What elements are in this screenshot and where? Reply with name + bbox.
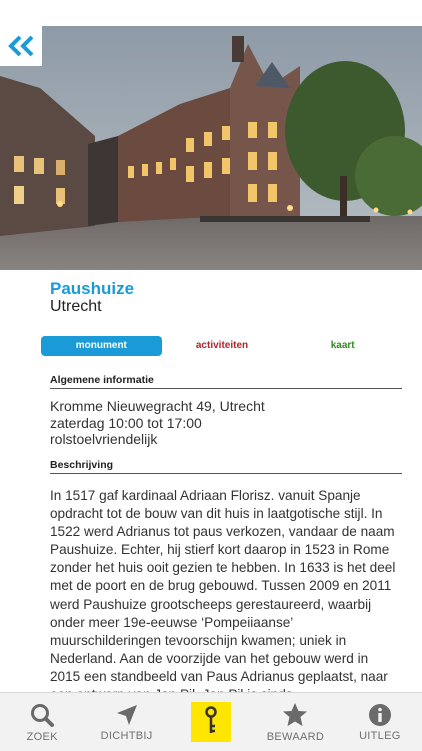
tabbar-dichtbij[interactable]: DICHTBIJ [84,693,168,751]
tabbar-bewaard[interactable]: BEWAARD [253,693,337,751]
info-icon [368,703,391,726]
double-chevron-left-icon [8,35,34,57]
monument-title: Paushuize [50,279,135,298]
star-icon [283,702,308,726]
status-bar [0,0,422,26]
back-button[interactable] [0,26,42,66]
general-info-heading: Algemene informatie [50,374,402,389]
address-text: Kromme Nieuwegracht 49, Utrecht [50,398,265,414]
tabbar-uitleg-label: UITLEG [359,729,401,742]
key-icon [205,705,217,733]
description-heading: Beschrijving [50,459,402,474]
tabbar-dichtbij-label: DICHTBIJ [100,729,153,742]
tab-kaart[interactable]: kaart [282,336,403,356]
search-icon [31,703,55,727]
key-button-bg [191,702,232,742]
location-arrow-icon [116,704,137,725]
tabbar-bewaard-label: BEWAARD [266,730,325,743]
tab-monument[interactable]: monument [41,336,162,356]
accessibility-text: rolstoelvriendelijk [50,431,158,447]
opening-hours-text: zaterdag 10:00 tot 17:00 [50,414,202,431]
bottom-tab-bar: ZOEK DICHTBIJ BEWAARD UITLEG [0,692,422,751]
tabbar-key[interactable] [169,693,253,751]
monument-photo [0,26,422,270]
detail-tabs: monument activiteiten kaart [41,336,403,356]
tab-activiteiten[interactable]: activiteiten [162,336,283,356]
monument-city: Utrecht [50,298,102,315]
tabbar-zoek-label: ZOEK [26,730,58,743]
general-info: Kromme Nieuwegracht 49, Utrecht zaterdag… [50,398,402,448]
tabbar-zoek[interactable]: ZOEK [0,693,84,751]
tabbar-uitleg[interactable]: UITLEG [338,693,422,751]
description-text: In 1517 gaf kardinaal Adriaan Florisz. v… [50,488,396,692]
